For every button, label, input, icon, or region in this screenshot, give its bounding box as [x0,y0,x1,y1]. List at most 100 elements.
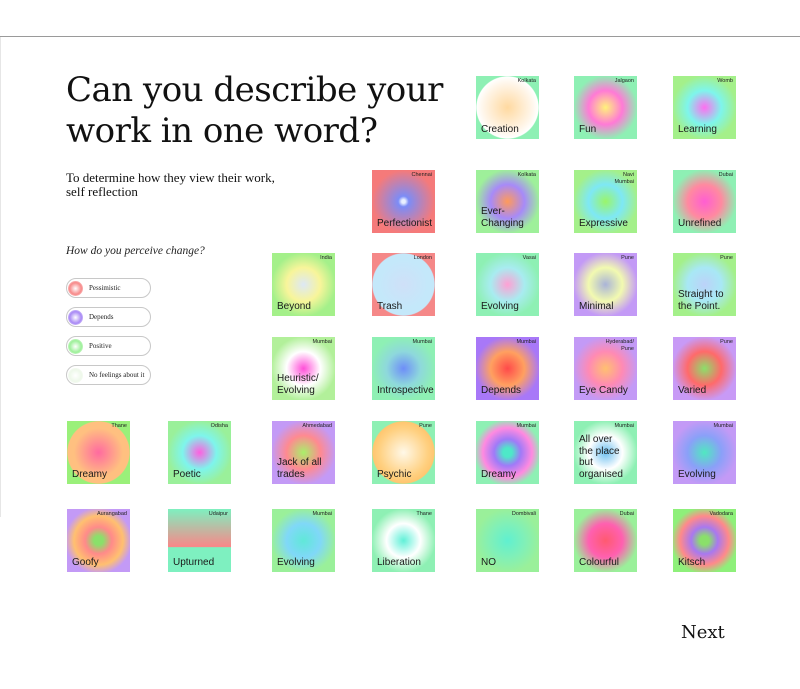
response-tile[interactable]: Kolkata Ever- Changing [476,170,539,233]
tile-location: Pune [720,255,733,261]
tile-location: Mumbai [516,423,536,429]
response-tile[interactable]: Hyderabad/ Pune Eye Candy [574,337,637,400]
tile-word: Expressive [579,217,628,229]
response-tile[interactable]: Dombivali NO [476,509,539,572]
tile-word: Upturned [173,556,215,568]
tile-location: Thane [111,423,127,429]
tile-word: Kitsch [678,556,706,568]
tile-word: Beyond [277,300,311,312]
response-tile[interactable]: Womb Learning [673,76,736,139]
response-tile[interactable]: Thane Liberation [372,509,435,572]
response-tile[interactable]: Aurangabad Goofy [67,509,130,572]
tile-word: Evolving [277,556,315,568]
tile-location: Mumbai [312,339,332,345]
legend-item-no-feelings[interactable]: No feelings about it [66,365,151,385]
response-tile[interactable]: Ahmedabad Jack of all trades [272,421,335,484]
tile-word: Heuristic/ Evolving [277,373,319,396]
tile-word: Minimal [579,300,614,312]
response-tile[interactable]: Pune Minimal [574,253,637,316]
tile-word: Eye Candy [579,384,628,396]
tile-word: Dreamy [72,468,108,480]
depends-swatch-icon [68,309,83,325]
tile-word: Creation [481,123,519,135]
tile-location: Pune [720,339,733,345]
response-tile[interactable]: Udaipur Upturned [168,509,231,572]
tile-word: All over the place but organised [579,434,623,480]
tile-location: Udaipur [208,511,228,517]
response-tile[interactable]: Pune Psychic [372,421,435,484]
tile-location: Kolkata [517,78,536,84]
legend-label: Positive [89,342,112,350]
tile-word: Poetic [173,468,201,480]
response-tile[interactable]: Dubai Colourful [574,509,637,572]
tile-location: Mumbai [312,511,332,517]
response-tile[interactable]: Mumbai Introspective [372,337,435,400]
tile-location: Womb [717,78,733,84]
response-tile[interactable]: Kolkata Creation [476,76,539,139]
tile-location: Dombivali [511,511,536,517]
response-tile[interactable]: Mumbai All over the place but organised [574,421,637,484]
response-tile[interactable]: Mumbai Dreamy [476,421,539,484]
response-tile[interactable]: London Trash [372,253,435,316]
tile-location: Dubai [718,172,733,178]
tile-word: Perfectionist [377,217,433,229]
response-tile[interactable]: Mumbai Evolving [272,509,335,572]
legend: Pessimistic Depends Positive No feelings… [66,278,151,394]
tile-location: Mumbai [516,339,536,345]
top-divider [0,36,800,37]
tile-word: Straight to the Point. [678,289,724,312]
next-button[interactable]: Next [681,622,725,643]
response-tile[interactable]: Pune Varied [673,337,736,400]
tile-location: Jalgaon [614,78,634,84]
response-tile[interactable]: Mumbai Depends [476,337,539,400]
tile-word: Evolving [678,468,716,480]
tile-location: Chennai [411,172,433,178]
response-tile[interactable]: Dubai Unrefined [673,170,736,233]
tile-location: Mumbai [412,339,432,345]
tile-location: Vasai [522,255,536,261]
legend-label: No feelings about it [89,371,145,379]
tile-word: Psychic [377,468,412,480]
response-tile[interactable]: Thane Dreamy [67,421,130,484]
response-tile[interactable]: Vadodara Kitsch [673,509,736,572]
legend-item-pessimistic[interactable]: Pessimistic [66,278,151,298]
response-tile[interactable]: Pune Straight to the Point. [673,253,736,316]
tile-word: Unrefined [678,217,722,229]
response-tile[interactable]: Jalgaon Fun [574,76,637,139]
tile-location: Vadodara [709,511,733,517]
tile-word: Trash [377,300,403,312]
response-tile[interactable]: Mumbai Heuristic/ Evolving [272,337,335,400]
page-subtitle: To determine how they view their work, s… [66,170,275,199]
response-tile[interactable]: Odisha Poetic [168,421,231,484]
response-tile[interactable]: Navi Mumbai Expressive [574,170,637,233]
tile-word: Varied [678,384,707,396]
tile-location: Navi Mumbai [614,172,634,185]
no-feelings-swatch-icon [68,367,83,383]
tile-word: Evolving [481,300,519,312]
tile-location: Odisha [210,423,228,429]
response-tile[interactable]: Mumbai Evolving [673,421,736,484]
positive-swatch-icon [68,338,83,354]
pessimistic-swatch-icon [68,280,83,296]
response-tile[interactable]: India Beyond [272,253,335,316]
response-tile[interactable]: Chennai Perfectionist [372,170,435,233]
legend-item-positive[interactable]: Positive [66,336,151,356]
response-tile[interactable]: Vasai Evolving [476,253,539,316]
tile-word: Introspective [377,384,434,396]
tile-word: Colourful [579,556,620,568]
tile-location: Ahmedabad [302,423,332,429]
tile-word: Fun [579,123,597,135]
tile-location: Aurangabad [97,511,127,517]
legend-question: How do you perceive change? [66,245,205,257]
tile-location: Hyderabad/ Pune [605,339,634,352]
tile-word: Dreamy [481,468,517,480]
tile-location: Kolkata [517,172,536,178]
tile-word: Ever- Changing [481,206,524,229]
tile-location: Thane [416,511,432,517]
tile-word: Learning [678,123,717,135]
tile-location: Pune [621,255,634,261]
legend-item-depends[interactable]: Depends [66,307,151,327]
left-edge-line [0,37,1,517]
page-title: Can you describe your work in one word? [66,70,443,151]
tile-word: NO [481,556,496,568]
